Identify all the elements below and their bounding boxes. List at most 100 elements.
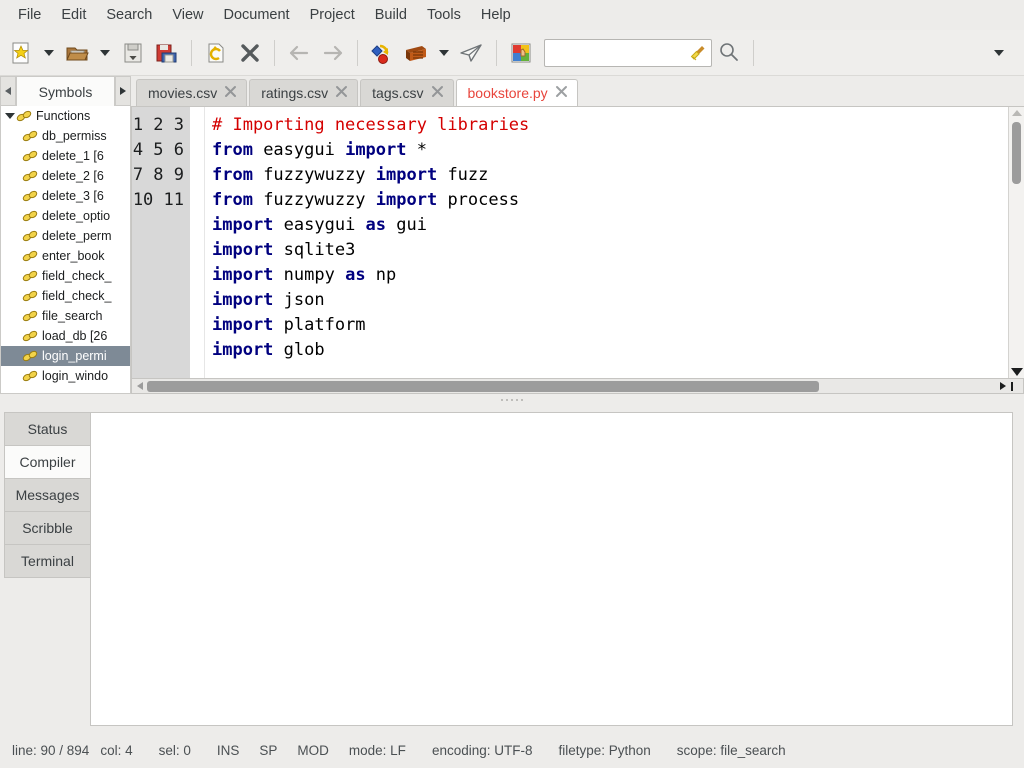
message-tab-status[interactable]: Status bbox=[4, 412, 90, 446]
open-folder-icon[interactable] bbox=[60, 36, 94, 70]
status-line: line: 90 / 894 bbox=[12, 742, 90, 758]
editor-tab[interactable]: movies.csv bbox=[136, 79, 248, 106]
open-file-menu-chevron-down-icon[interactable] bbox=[94, 36, 116, 70]
new-file-icon[interactable] bbox=[4, 36, 38, 70]
symbol-tree-item[interactable]: login_permi bbox=[1, 346, 130, 366]
line-number-gutter: 1 2 3 4 5 6 7 8 9 10 11 bbox=[132, 107, 190, 378]
editor-tab[interactable]: ratings.csv bbox=[249, 79, 359, 106]
menu-help[interactable]: Help bbox=[471, 4, 521, 26]
status-scope: scope: file_search bbox=[676, 742, 786, 758]
symbol-tree-item[interactable]: delete_1 [6 bbox=[1, 146, 130, 166]
function-icon bbox=[22, 189, 39, 203]
navigate-back-icon[interactable] bbox=[282, 36, 316, 70]
symbol-label: login_permi bbox=[42, 349, 107, 363]
vertical-scrollbar-thumb[interactable] bbox=[1012, 122, 1021, 184]
editor-column: movies.csv ratings.csv tags.csv bookstore.p… bbox=[131, 76, 1024, 394]
sidebar: Symbols Functions db_permiss delete_1 [6… bbox=[0, 76, 131, 394]
symbol-tree-item[interactable]: db_permiss bbox=[1, 126, 130, 146]
scroll-down-icon[interactable] bbox=[1010, 366, 1023, 378]
color-chooser-icon[interactable] bbox=[504, 36, 538, 70]
message-tab-scribble[interactable]: Scribble bbox=[4, 511, 90, 545]
editor-tab[interactable]: tags.csv bbox=[360, 79, 454, 106]
code-text[interactable]: # Importing necessary libraries from eas… bbox=[205, 107, 1008, 378]
close-icon[interactable] bbox=[555, 85, 568, 101]
menu-document[interactable]: Document bbox=[214, 4, 300, 26]
menu-file[interactable]: File bbox=[8, 4, 51, 26]
build-icon[interactable] bbox=[399, 36, 433, 70]
navigate-forward-icon[interactable] bbox=[316, 36, 350, 70]
scroll-left-icon[interactable] bbox=[0, 76, 16, 106]
symbol-tree-item[interactable]: delete_2 [6 bbox=[1, 166, 130, 186]
pane-splitter[interactable] bbox=[0, 394, 1024, 406]
function-icon bbox=[22, 269, 39, 283]
new-file-menu-chevron-down-icon[interactable] bbox=[38, 36, 60, 70]
editor-vertical-scrollbar[interactable] bbox=[1008, 107, 1024, 378]
scroll-up-icon[interactable] bbox=[1011, 107, 1022, 119]
symbol-tree-item[interactable]: field_check_ bbox=[1, 266, 130, 286]
toolbar-separator-4 bbox=[496, 39, 497, 66]
symbol-tree-root[interactable]: Functions bbox=[1, 106, 130, 126]
editor-tab-row: movies.csv ratings.csv tags.csv bookstore.p… bbox=[131, 76, 1024, 106]
function-icon bbox=[22, 249, 39, 263]
symbol-label: field_check_ bbox=[42, 289, 112, 303]
message-tab-compiler[interactable]: Compiler bbox=[4, 445, 90, 479]
menu-build[interactable]: Build bbox=[365, 4, 417, 26]
symbol-tree-item[interactable]: enter_book bbox=[1, 246, 130, 266]
code-area[interactable]: 1 2 3 4 5 6 7 8 9 10 11 # Importing nece… bbox=[132, 107, 1008, 378]
toolbar-overflow-icon[interactable] bbox=[988, 36, 1010, 70]
save-icon[interactable] bbox=[116, 36, 150, 70]
menu-project[interactable]: Project bbox=[300, 4, 365, 26]
symbol-label: field_check_ bbox=[42, 269, 112, 283]
symbol-tree-item[interactable]: login_windo bbox=[1, 366, 130, 386]
symbol-tree-item[interactable]: field_check_ bbox=[1, 286, 130, 306]
close-document-icon[interactable] bbox=[233, 36, 267, 70]
horizontal-scrollbar-thumb[interactable] bbox=[147, 380, 819, 392]
function-icon bbox=[22, 169, 39, 183]
search-input[interactable] bbox=[544, 38, 712, 67]
build-menu-chevron-down-icon[interactable] bbox=[433, 36, 455, 70]
compile-icon[interactable] bbox=[365, 36, 399, 70]
message-content-view[interactable] bbox=[90, 412, 1013, 726]
function-icon bbox=[22, 369, 39, 383]
message-window: Status Compiler Messages Scribble Terminal bbox=[0, 406, 1024, 732]
editor-horizontal-scrollbar[interactable] bbox=[131, 379, 1024, 394]
menu-view[interactable]: View bbox=[162, 4, 213, 26]
message-tab-terminal[interactable]: Terminal bbox=[4, 544, 90, 578]
status-bar: line: 90 / 894 col: 4 sel: 0 INS SP MOD … bbox=[0, 732, 1024, 768]
symbol-tree-item[interactable]: delete_perm bbox=[1, 226, 130, 246]
symbol-list: db_permiss delete_1 [6 delete_2 [6 delete_3… bbox=[1, 126, 130, 386]
sidebar-tab-symbols[interactable]: Symbols bbox=[16, 76, 115, 106]
magnifier-icon[interactable] bbox=[712, 36, 746, 70]
toolbar-separator-5 bbox=[753, 39, 754, 66]
clear-broom-icon[interactable] bbox=[689, 44, 707, 65]
message-tab-messages[interactable]: Messages bbox=[4, 478, 90, 512]
menu-search[interactable]: Search bbox=[96, 4, 162, 26]
editor-tab[interactable]: bookstore.py bbox=[455, 79, 578, 106]
close-icon[interactable] bbox=[335, 85, 348, 101]
menu-tools[interactable]: Tools bbox=[417, 4, 471, 26]
save-all-icon[interactable] bbox=[150, 36, 184, 70]
scroll-left-arrow-icon[interactable] bbox=[132, 382, 147, 390]
symbol-tree-item[interactable]: delete_3 [6 bbox=[1, 186, 130, 206]
marker-margin[interactable] bbox=[190, 107, 205, 378]
scrollbar-corner[interactable] bbox=[989, 381, 1023, 391]
symbol-tree-item[interactable]: load_db [26 bbox=[1, 326, 130, 346]
revert-icon[interactable] bbox=[199, 36, 233, 70]
toolbar-separator-3 bbox=[357, 39, 358, 66]
main-area: Symbols Functions db_permiss delete_1 [6… bbox=[0, 76, 1024, 732]
scroll-right-icon[interactable] bbox=[115, 76, 131, 106]
expander-caret-icon[interactable] bbox=[3, 113, 16, 119]
symbol-label: load_db [26 bbox=[42, 329, 108, 343]
symbol-tree-item[interactable]: file_search bbox=[1, 306, 130, 326]
close-icon[interactable] bbox=[224, 85, 237, 101]
symbol-tree-item[interactable]: delete_optio bbox=[1, 206, 130, 226]
status-insert-mode: INS bbox=[216, 742, 240, 758]
toolbar bbox=[0, 30, 1024, 76]
function-icon bbox=[22, 209, 39, 223]
toolbar-separator-1 bbox=[191, 39, 192, 66]
close-icon[interactable] bbox=[431, 85, 444, 101]
run-icon[interactable] bbox=[455, 36, 489, 70]
symbol-label: delete_optio bbox=[42, 209, 111, 223]
symbol-tree[interactable]: Functions db_permiss delete_1 [6 delete_2 … bbox=[0, 106, 131, 394]
menu-edit[interactable]: Edit bbox=[51, 4, 96, 26]
